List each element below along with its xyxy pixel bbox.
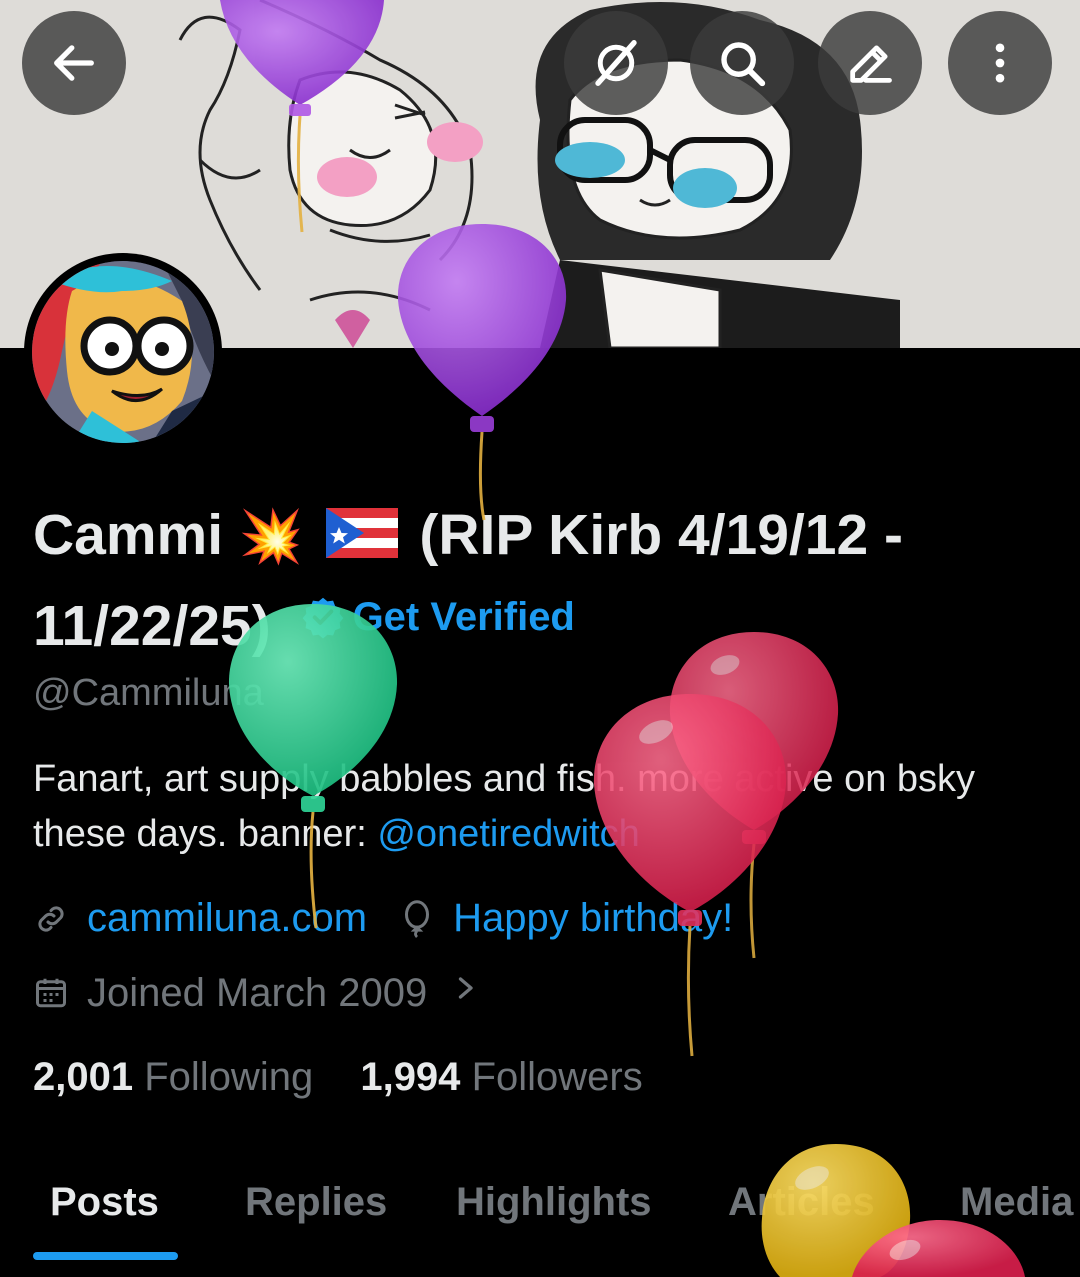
get-verified-label: Get Verified: [352, 595, 575, 639]
search-icon: [721, 42, 766, 87]
bio-mention-link[interactable]: @onetiredwitch: [377, 813, 639, 855]
joined-date: Joined March 2009: [87, 970, 428, 1015]
following-label: Following: [144, 1055, 314, 1099]
website-link[interactable]: cammiluna.com: [87, 896, 367, 941]
profile-meta-links: cammiluna.com Happy birthday!: [33, 896, 733, 941]
grok-button[interactable]: [564, 11, 668, 115]
arrow-left-icon: [54, 45, 94, 81]
more-vertical-icon: [995, 43, 1005, 83]
joined-date-row[interactable]: Joined March 2009: [33, 970, 479, 1016]
back-button[interactable]: [22, 11, 126, 115]
pencil-icon: [850, 45, 892, 83]
verified-badge-icon: [302, 597, 343, 639]
birthday-link[interactable]: Happy birthday!: [453, 896, 733, 941]
tab-replies[interactable]: Replies: [245, 1180, 387, 1225]
link-icon: [33, 901, 69, 937]
collision-emoji: 💥: [238, 508, 304, 566]
edit-button[interactable]: [818, 11, 922, 115]
balloon-red-front: [593, 694, 787, 1057]
followers-count: 1,994: [360, 1055, 461, 1099]
calendar-icon: [33, 975, 69, 1011]
active-tab-indicator: [33, 1252, 178, 1260]
following-link[interactable]: 2,001 Following: [33, 1055, 324, 1099]
profile-bio: Fanart, art supply babbles and fish. mor…: [33, 752, 1043, 862]
grok-icon: [595, 40, 637, 86]
following-count: 2,001: [33, 1055, 134, 1099]
followers-label: Followers: [471, 1055, 643, 1099]
avatar-image: [32, 261, 214, 443]
search-button[interactable]: [690, 11, 794, 115]
display-name: Cammi 💥 (RIP Kirb 4/19/12 - 11/22/25) Ge…: [33, 496, 1043, 665]
follow-stats: 2,001 Following 1,994 Followers: [33, 1055, 679, 1100]
balloon-icon: [399, 899, 435, 939]
profile-avatar[interactable]: [24, 253, 222, 451]
puerto-rico-flag-icon: [325, 500, 398, 578]
tab-posts[interactable]: Posts: [50, 1180, 159, 1225]
chevron-right-icon: [451, 970, 479, 1016]
get-verified-button[interactable]: Get Verified: [301, 578, 575, 656]
profile-handle: @Cammiluna: [33, 672, 264, 714]
tab-articles[interactable]: Articles: [728, 1180, 875, 1225]
tab-highlights[interactable]: Highlights: [456, 1180, 652, 1225]
followers-link[interactable]: 1,994 Followers: [360, 1055, 642, 1099]
display-name-part1: Cammi: [33, 503, 224, 567]
more-button[interactable]: [948, 11, 1052, 115]
tab-media[interactable]: Media: [960, 1180, 1073, 1225]
